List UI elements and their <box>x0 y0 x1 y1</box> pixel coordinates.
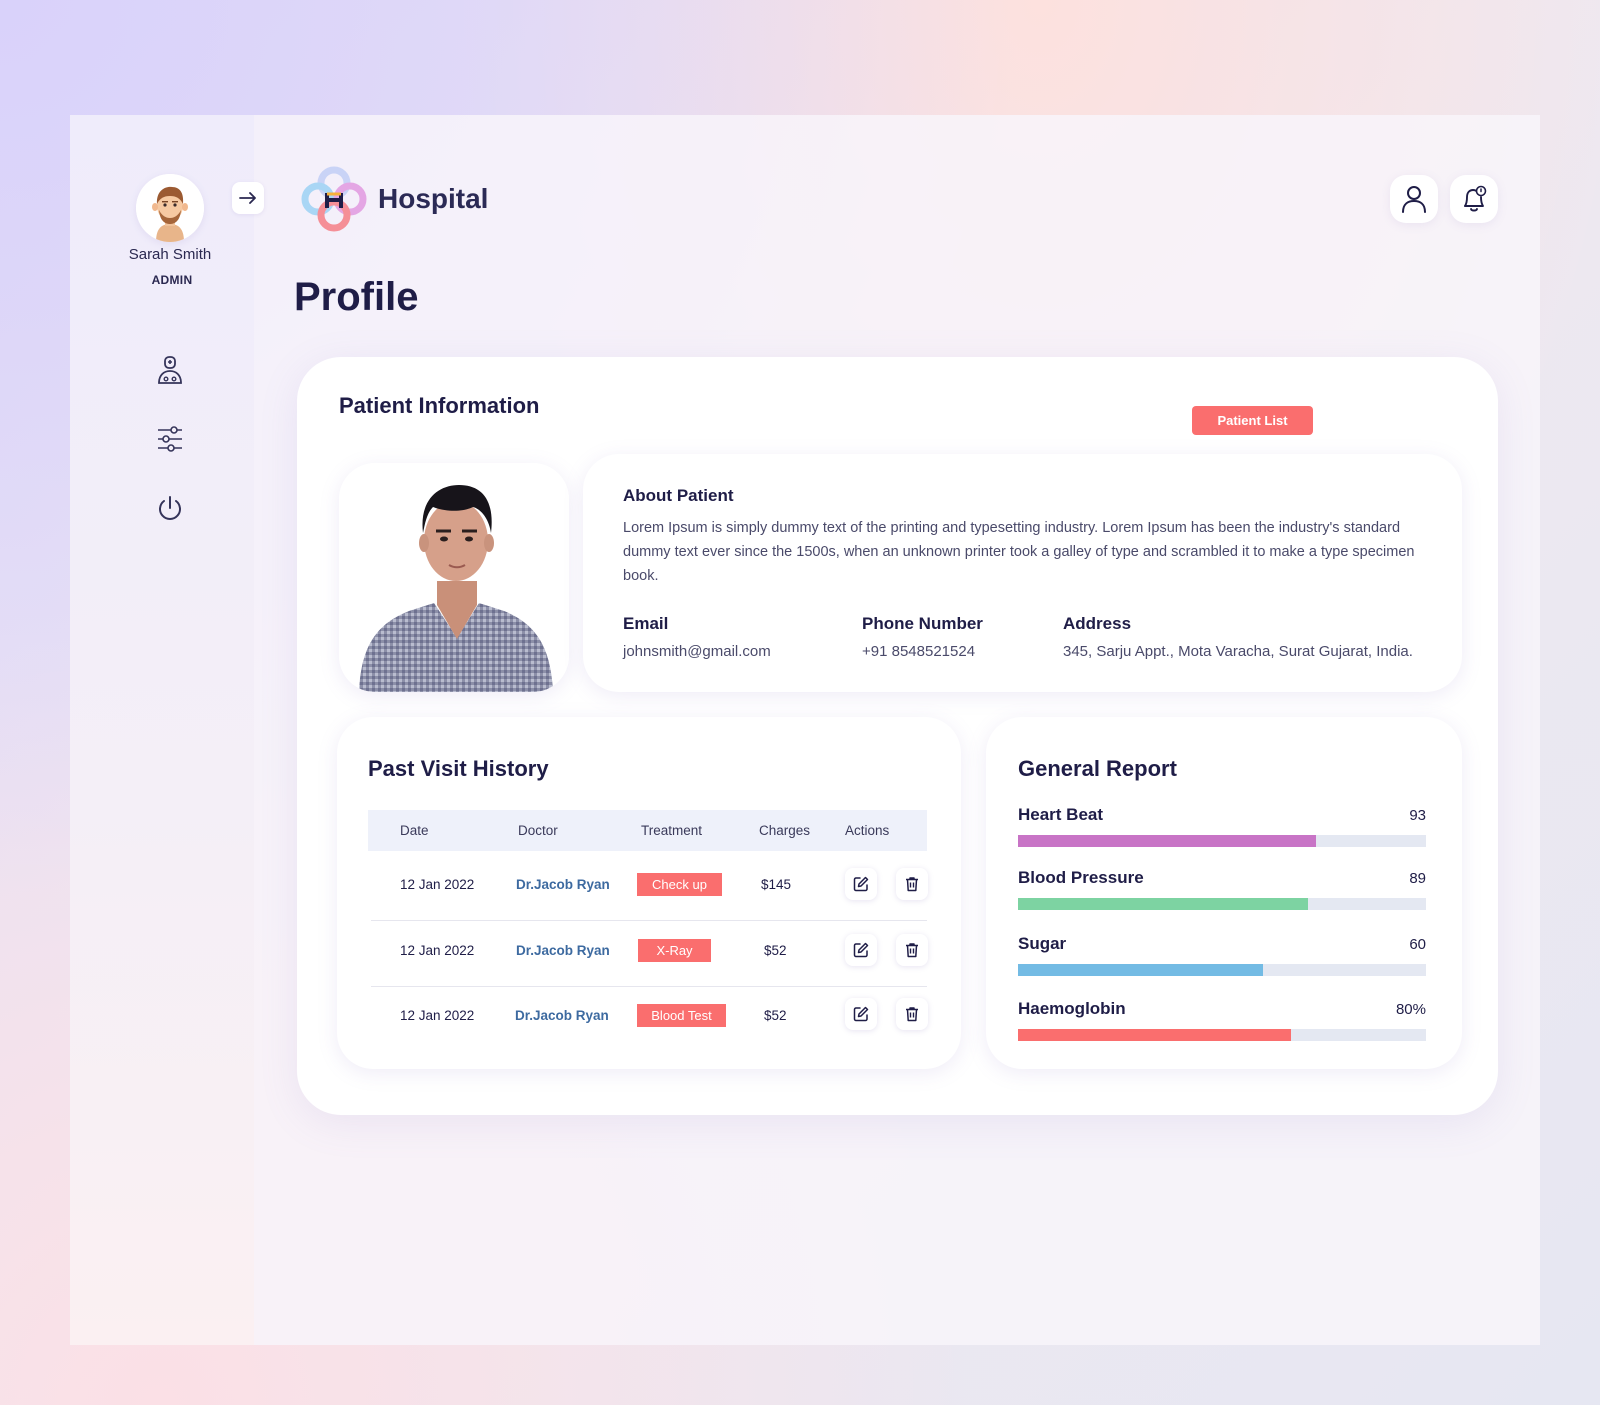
metric-sugar: Sugar 60 <box>1018 934 1426 978</box>
arrow-right-icon <box>239 192 256 204</box>
visit-doctor[interactable]: Dr.Jacob Ryan <box>516 877 610 892</box>
patient-photo-illustration <box>339 463 569 692</box>
email-value[interactable]: johnsmith@gmail.com <box>623 643 771 660</box>
progress-fill <box>1018 835 1316 847</box>
page-title: Profile <box>294 275 419 319</box>
patient-information-title: Patient Information <box>339 393 540 418</box>
edit-icon <box>853 1006 869 1022</box>
general-report-title: General Report <box>1018 756 1177 781</box>
power-icon <box>159 496 181 520</box>
progress-track <box>1018 964 1426 976</box>
metric-label: Heart Beat <box>1018 805 1104 824</box>
metric-label: Blood Pressure <box>1018 868 1144 887</box>
user-role: ADMIN <box>151 273 193 287</box>
edit-icon <box>853 942 869 958</box>
trash-icon <box>906 1007 918 1022</box>
treatment-badge: X-Ray <box>638 939 711 962</box>
column-charges: Charges <box>759 823 811 838</box>
visit-charges: $52 <box>764 1008 787 1023</box>
avatar[interactable] <box>136 174 204 242</box>
metric-haemoglobin: Haemoglobin 80% <box>1018 999 1426 1043</box>
past-visit-history-card: Past Visit History Date Doctor Treatment… <box>337 717 961 1069</box>
progress-fill <box>1018 898 1308 910</box>
visit-doctor[interactable]: Dr.Jacob Ryan <box>516 943 610 958</box>
brand-logo[interactable]: Hospital <box>298 163 498 235</box>
sidebar: Sarah Smith ADMIN <box>70 115 264 1345</box>
sliders-icon <box>158 426 182 452</box>
edit-icon <box>853 876 869 892</box>
nav-item-doctors[interactable] <box>154 354 186 386</box>
notifications-button[interactable] <box>1450 175 1498 223</box>
delete-button[interactable] <box>896 868 928 900</box>
about-patient-title: About Patient <box>623 486 734 505</box>
visit-charges: $52 <box>764 943 787 958</box>
visit-date: 12 Jan 2022 <box>400 1008 475 1023</box>
past-visit-history-title: Past Visit History <box>368 756 549 781</box>
user-icon <box>1402 186 1426 213</box>
user-name: Sarah Smith <box>128 246 212 263</box>
delete-button[interactable] <box>896 998 928 1030</box>
phone-value: +91 8548521524 <box>862 643 976 660</box>
metric-label: Sugar <box>1018 934 1067 953</box>
table-header: Date Doctor Treatment Charges Actions <box>368 810 927 851</box>
treatment-badge: Blood Test <box>637 1004 726 1027</box>
doctor-icon <box>158 356 182 384</box>
bell-icon <box>1464 185 1487 212</box>
patient-list-button[interactable]: Patient List <box>1192 406 1313 435</box>
metric-value: 60 <box>1409 936 1426 953</box>
phone-label: Phone Number <box>862 614 983 633</box>
edit-button[interactable] <box>845 934 877 966</box>
table-row: 12 Jan 2022 Dr.Jacob Ryan X-Ray $52 <box>368 917 928 983</box>
treatment-badge: Check up <box>637 873 722 896</box>
app-window: Sarah Smith ADMIN Hospital Profile Patie… <box>70 115 1540 1345</box>
patient-profile-card: Patient Information Patient List About P… <box>297 357 1498 1115</box>
progress-track <box>1018 898 1426 910</box>
progress-track <box>1018 1029 1426 1041</box>
trash-icon <box>906 877 918 892</box>
visit-charges: $145 <box>761 877 792 892</box>
visit-date: 12 Jan 2022 <box>400 877 475 892</box>
trash-icon <box>906 943 918 958</box>
table-row: 12 Jan 2022 Dr.Jacob Ryan Blood Test $52 <box>368 983 928 1049</box>
about-patient-card: About Patient Lorem Ipsum is simply dumm… <box>583 454 1462 692</box>
progress-track <box>1018 835 1426 847</box>
hospital-logo-icon <box>301 166 367 232</box>
address-label: Address <box>1063 614 1132 633</box>
avatar-illustration <box>136 174 204 242</box>
visit-date: 12 Jan 2022 <box>400 943 475 958</box>
about-patient-text: Lorem Ipsum is simply dummy text of the … <box>623 520 1415 584</box>
progress-fill <box>1018 964 1263 976</box>
column-actions: Actions <box>845 823 890 838</box>
address-value: 345, Sarju Appt., Mota Varacha, Surat Gu… <box>1063 643 1413 660</box>
progress-fill <box>1018 1029 1292 1041</box>
metric-blood-pressure: Blood Pressure 89 <box>1018 868 1426 912</box>
patient-photo <box>339 463 569 692</box>
nav-item-settings[interactable] <box>154 423 186 455</box>
metric-heart-beat: Heart Beat 93 <box>1018 805 1426 849</box>
general-report-card: General Report Heart Beat 93 Blood Press… <box>986 717 1462 1069</box>
metric-label: Haemoglobin <box>1018 999 1126 1018</box>
email-label: Email <box>623 614 669 633</box>
column-date: Date <box>400 823 429 838</box>
edit-button[interactable] <box>845 868 877 900</box>
table-row: 12 Jan 2022 Dr.Jacob Ryan Check up $145 <box>368 851 928 917</box>
metric-value: 80% <box>1395 1001 1426 1018</box>
column-doctor: Doctor <box>518 823 558 838</box>
edit-button[interactable] <box>845 998 877 1030</box>
delete-button[interactable] <box>896 934 928 966</box>
metric-value: 93 <box>1409 807 1426 824</box>
column-treatment: Treatment <box>641 823 703 838</box>
visit-doctor[interactable]: Dr.Jacob Ryan <box>515 1008 609 1023</box>
brand-name: Hospital <box>378 183 489 214</box>
metric-value: 89 <box>1409 870 1426 887</box>
nav-item-logout[interactable] <box>154 493 186 525</box>
sidebar-collapse-button[interactable] <box>232 182 264 214</box>
profile-button[interactable] <box>1390 175 1438 223</box>
